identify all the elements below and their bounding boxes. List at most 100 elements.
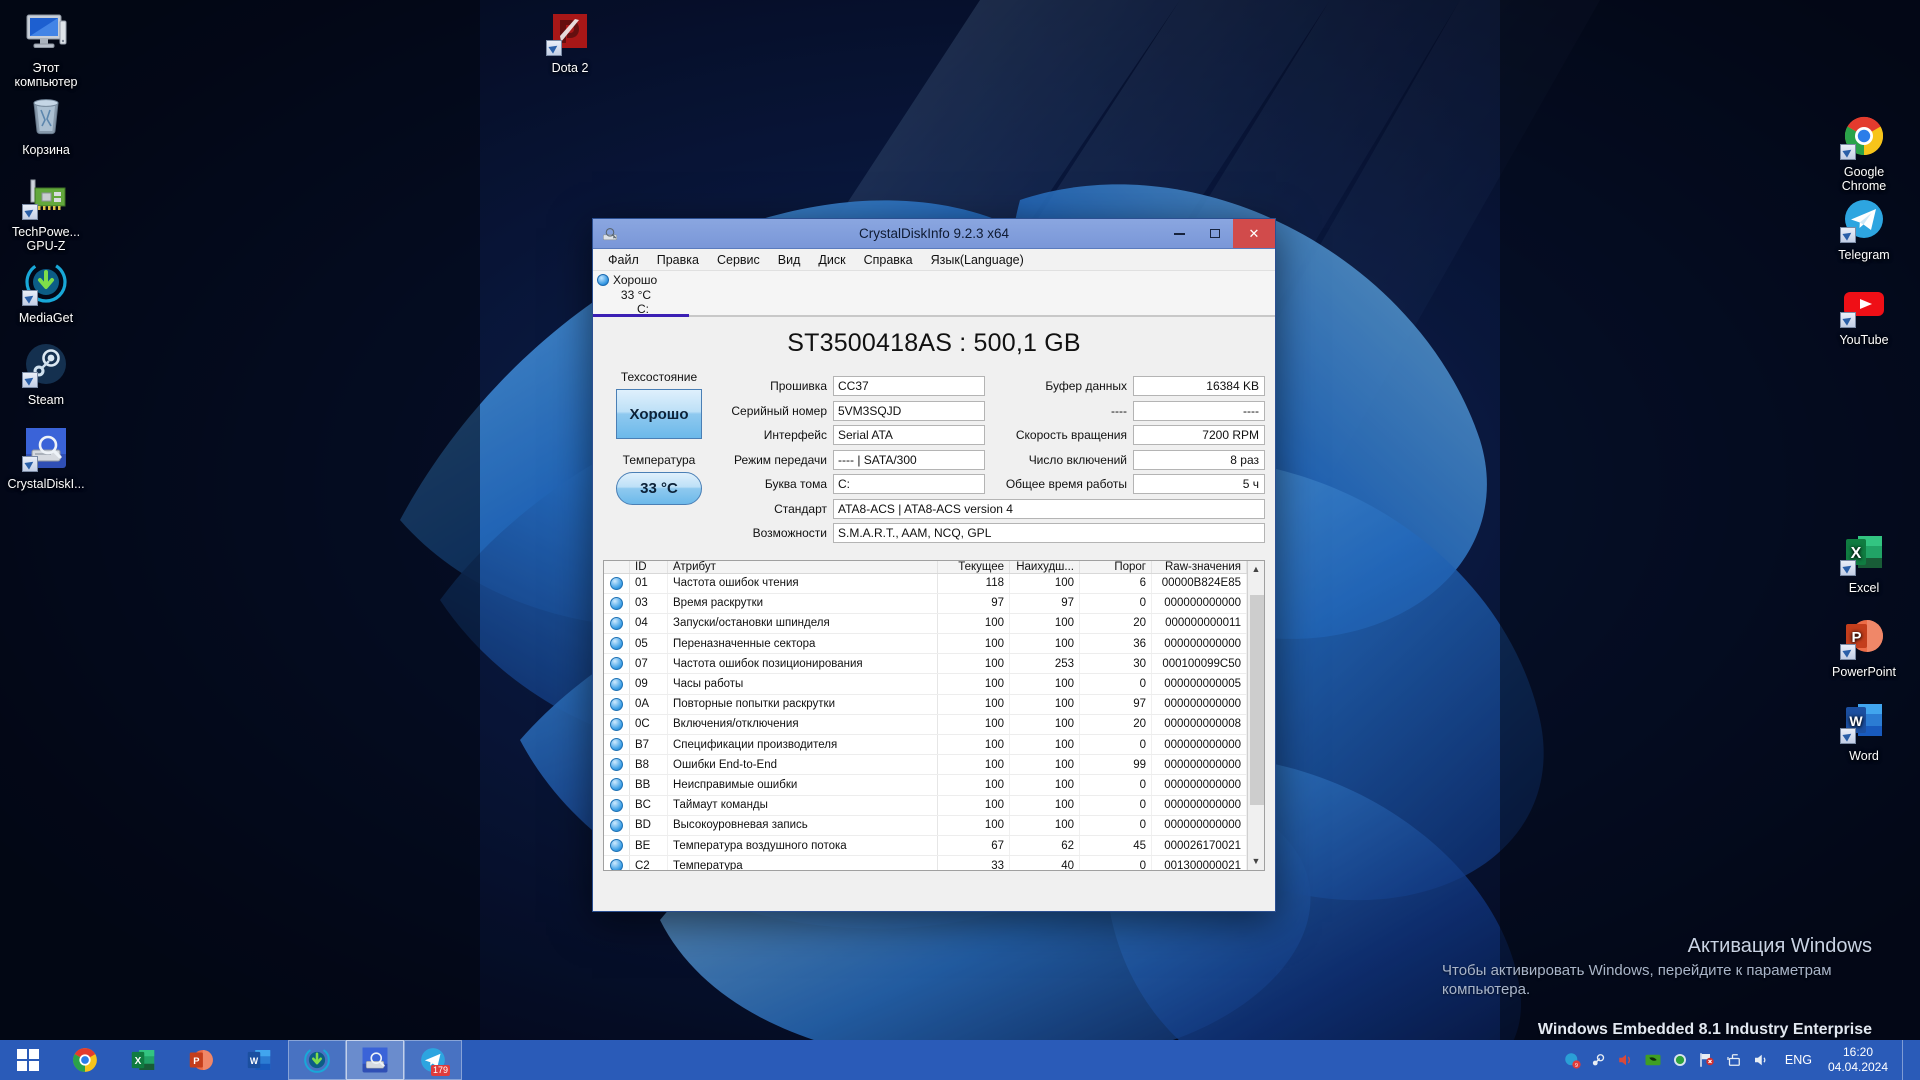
clock[interactable]: 16:20 04.04.2024 <box>1827 1045 1893 1075</box>
table-row[interactable]: B7 Спецификации производителя 100 100 0 00000… <box>604 735 1247 756</box>
scroll-thumb[interactable] <box>1249 594 1264 805</box>
taskbar-item-crystaldiskinfo[interactable] <box>346 1040 404 1080</box>
mediaget-tray-icon[interactable]: 9 <box>1563 1051 1581 1069</box>
table-row[interactable]: C2 Температура 33 40 0 001300000021 <box>604 856 1247 870</box>
column-worst[interactable]: Наихудш... <box>1010 560 1080 573</box>
table-row[interactable]: BD Высокоуровневая запись 100 100 0 000000000… <box>604 815 1247 836</box>
desktop-icon-google-chrome[interactable]: Google Chrome <box>1818 112 1910 193</box>
menu-edit[interactable]: Правка <box>648 251 708 269</box>
menu-service[interactable]: Сервис <box>708 251 769 269</box>
desktop-icon-this-computer[interactable]: Этот компьютер <box>0 8 92 89</box>
show-desktop-button[interactable] <box>1902 1040 1910 1080</box>
row-status-dot-icon <box>604 613 630 634</box>
taskbar-item-mediaget[interactable] <box>288 1040 346 1080</box>
taskbar-item-word[interactable]: W <box>230 1040 288 1080</box>
desktop-icon-youtube[interactable]: YouTube <box>1818 280 1910 347</box>
shortcut-arrow-icon <box>1840 644 1856 660</box>
menu-help[interactable]: Справка <box>855 251 922 269</box>
column-threshold[interactable]: Порог <box>1080 560 1152 573</box>
green-circle-icon[interactable] <box>1671 1051 1689 1069</box>
scroll-down-arrow-icon[interactable]: ▼ <box>1247 852 1264 870</box>
volume-red-icon[interactable] <box>1617 1051 1635 1069</box>
chrome-icon <box>1840 112 1888 160</box>
taskbar-item-telegram[interactable]: 179 <box>404 1040 462 1080</box>
disk-tab-strip[interactable]: Хорошо 33 °C C: <box>593 271 1275 317</box>
word-icon: W <box>247 1050 271 1070</box>
column-current[interactable]: Текущее <box>938 560 1010 573</box>
svg-text:W: W <box>1849 713 1863 729</box>
table-row[interactable]: 0C Включения/отключения 100 100 20 0000000000… <box>604 714 1247 735</box>
desktop-icon-mediaget[interactable]: MediaGet <box>0 258 92 325</box>
taskbar-item-excel[interactable]: X <box>114 1040 172 1080</box>
speaker-icon[interactable] <box>1752 1051 1770 1069</box>
cell-id: BD <box>630 815 668 835</box>
smart-attributes-panel[interactable]: ID Атрибут Текущее Наихудш... Порог Raw-… <box>603 559 1265 871</box>
health-status-button[interactable]: Хорошо <box>616 389 702 439</box>
menu-file[interactable]: Файл <box>599 251 648 269</box>
desktop-icon-crystaldiskinfo[interactable]: CrystalDiskI... <box>0 424 92 491</box>
cell-attribute: Температура воздушного потока <box>668 835 938 856</box>
desktop-icon-dota2[interactable]: Dota 2 <box>524 8 616 75</box>
table-row[interactable]: B8 Ошибки End-to-End 100 100 99 000000000000 <box>604 755 1247 776</box>
shortcut-arrow-icon <box>1840 227 1856 243</box>
desktop-icon-steam[interactable]: Steam <box>0 340 92 407</box>
table-row[interactable]: 09 Часы работы 100 100 0 000000000005 <box>604 674 1247 695</box>
menu-view[interactable]: Вид <box>769 251 810 269</box>
scroll-up-arrow-icon[interactable]: ▲ <box>1247 560 1264 578</box>
cell-id: 07 <box>630 654 668 674</box>
column-status[interactable] <box>604 560 630 573</box>
smart-table-scrollbar[interactable]: ▲ ▼ <box>1247 560 1264 870</box>
menubar[interactable]: Файл Правка Сервис Вид Диск Справка Язык… <box>593 249 1275 271</box>
desktop-icon-word[interactable]: W Word <box>1818 696 1910 763</box>
steam-tray-icon[interactable] <box>1590 1051 1608 1069</box>
disk-tab-c[interactable]: Хорошо 33 °C C: <box>593 273 689 317</box>
taskbar[interactable]: X P W 179 9 ENG 16:20 04.04.2024 <box>0 1040 1920 1080</box>
desktop-icon-powerpoint[interactable]: P PowerPoint <box>1818 612 1910 679</box>
table-row[interactable]: BE Температура воздушного потока 67 62 45 000… <box>604 835 1247 857</box>
cell-attribute: Время раскрутки <box>668 593 938 613</box>
menu-disk[interactable]: Диск <box>809 251 854 269</box>
system-tray[interactable]: 9 ENG 16:20 04.04.2024 <box>1563 1040 1920 1080</box>
table-row[interactable]: BB Неисправимые ошибки 100 100 0 000000000000 <box>604 775 1247 796</box>
taskbar-item-chrome[interactable] <box>56 1040 114 1080</box>
cell-id: 01 <box>630 573 668 593</box>
table-row[interactable]: BC Таймаут команды 100 100 0 000000000000 <box>604 795 1247 816</box>
maximize-button[interactable] <box>1197 219 1233 248</box>
window-titlebar[interactable]: CrystalDiskInfo 9.2.3 x64 ✕ <box>593 219 1275 249</box>
language-indicator[interactable]: ENG <box>1779 1053 1818 1067</box>
drive-fields-right: Буфер данных 16384 KB ---- ---- Скорость… <box>995 374 1265 497</box>
smart-table-header[interactable]: ID Атрибут Текущее Наихудш... Порог Raw-… <box>604 560 1247 574</box>
nvidia-icon[interactable] <box>1644 1051 1662 1069</box>
start-button[interactable] <box>0 1040 56 1080</box>
crystaldiskinfo-window[interactable]: CrystalDiskInfo 9.2.3 x64 ✕ Файл Правка … <box>592 218 1276 912</box>
close-button[interactable]: ✕ <box>1233 219 1275 248</box>
field-label: Буфер данных <box>1045 379 1127 394</box>
table-row[interactable]: 07 Частота ошибок позиционирования 100 253 3… <box>604 654 1247 675</box>
table-row[interactable]: 0A Повторные попытки раскрутки 100 100 97 000… <box>604 694 1247 715</box>
cell-threshold: 45 <box>1080 835 1152 856</box>
scroll-track[interactable] <box>1247 577 1264 853</box>
window-controls[interactable]: ✕ <box>1161 219 1275 248</box>
minimize-button[interactable] <box>1161 219 1197 248</box>
desktop-icon-gpuz[interactable]: TechPowe... GPU-Z <box>0 172 92 253</box>
menu-language[interactable]: Язык(Language) <box>922 251 1033 269</box>
column-raw[interactable]: Raw-значения <box>1152 560 1247 573</box>
table-row[interactable]: 05 Переназначенные сектора 100 100 36 0000000… <box>604 634 1247 655</box>
table-row[interactable]: 04 Запуски/остановки шпинделя 100 100 20 0000… <box>604 613 1247 635</box>
column-id[interactable]: ID <box>630 560 668 573</box>
temperature-button[interactable]: 33 °C <box>616 472 702 505</box>
health-status-dot-icon <box>597 274 609 286</box>
column-attribute[interactable]: Атрибут <box>668 560 938 573</box>
desktop-icon-excel[interactable]: X Excel <box>1818 528 1910 595</box>
table-row[interactable]: 03 Время раскрутки 97 97 0 000000000000 <box>604 593 1247 614</box>
desktop-icon-label: Telegram <box>1838 248 1890 262</box>
desktop-icon-telegram[interactable]: Telegram <box>1818 195 1910 262</box>
desktop-icon-recycle-bin[interactable]: Корзина <box>0 90 92 157</box>
network-icon[interactable] <box>1725 1051 1743 1069</box>
shortcut-arrow-icon <box>22 290 38 306</box>
taskbar-item-powerpoint[interactable]: P <box>172 1040 230 1080</box>
cell-current: 100 <box>938 775 1010 795</box>
desktop[interactable]: Этот компьютер Корзина TechPowe... GPU-Z… <box>0 0 1920 1080</box>
flag-error-icon[interactable] <box>1698 1051 1716 1069</box>
table-row[interactable]: 01 Частота ошибок чтения 118 100 6 00000B824E… <box>604 573 1247 594</box>
